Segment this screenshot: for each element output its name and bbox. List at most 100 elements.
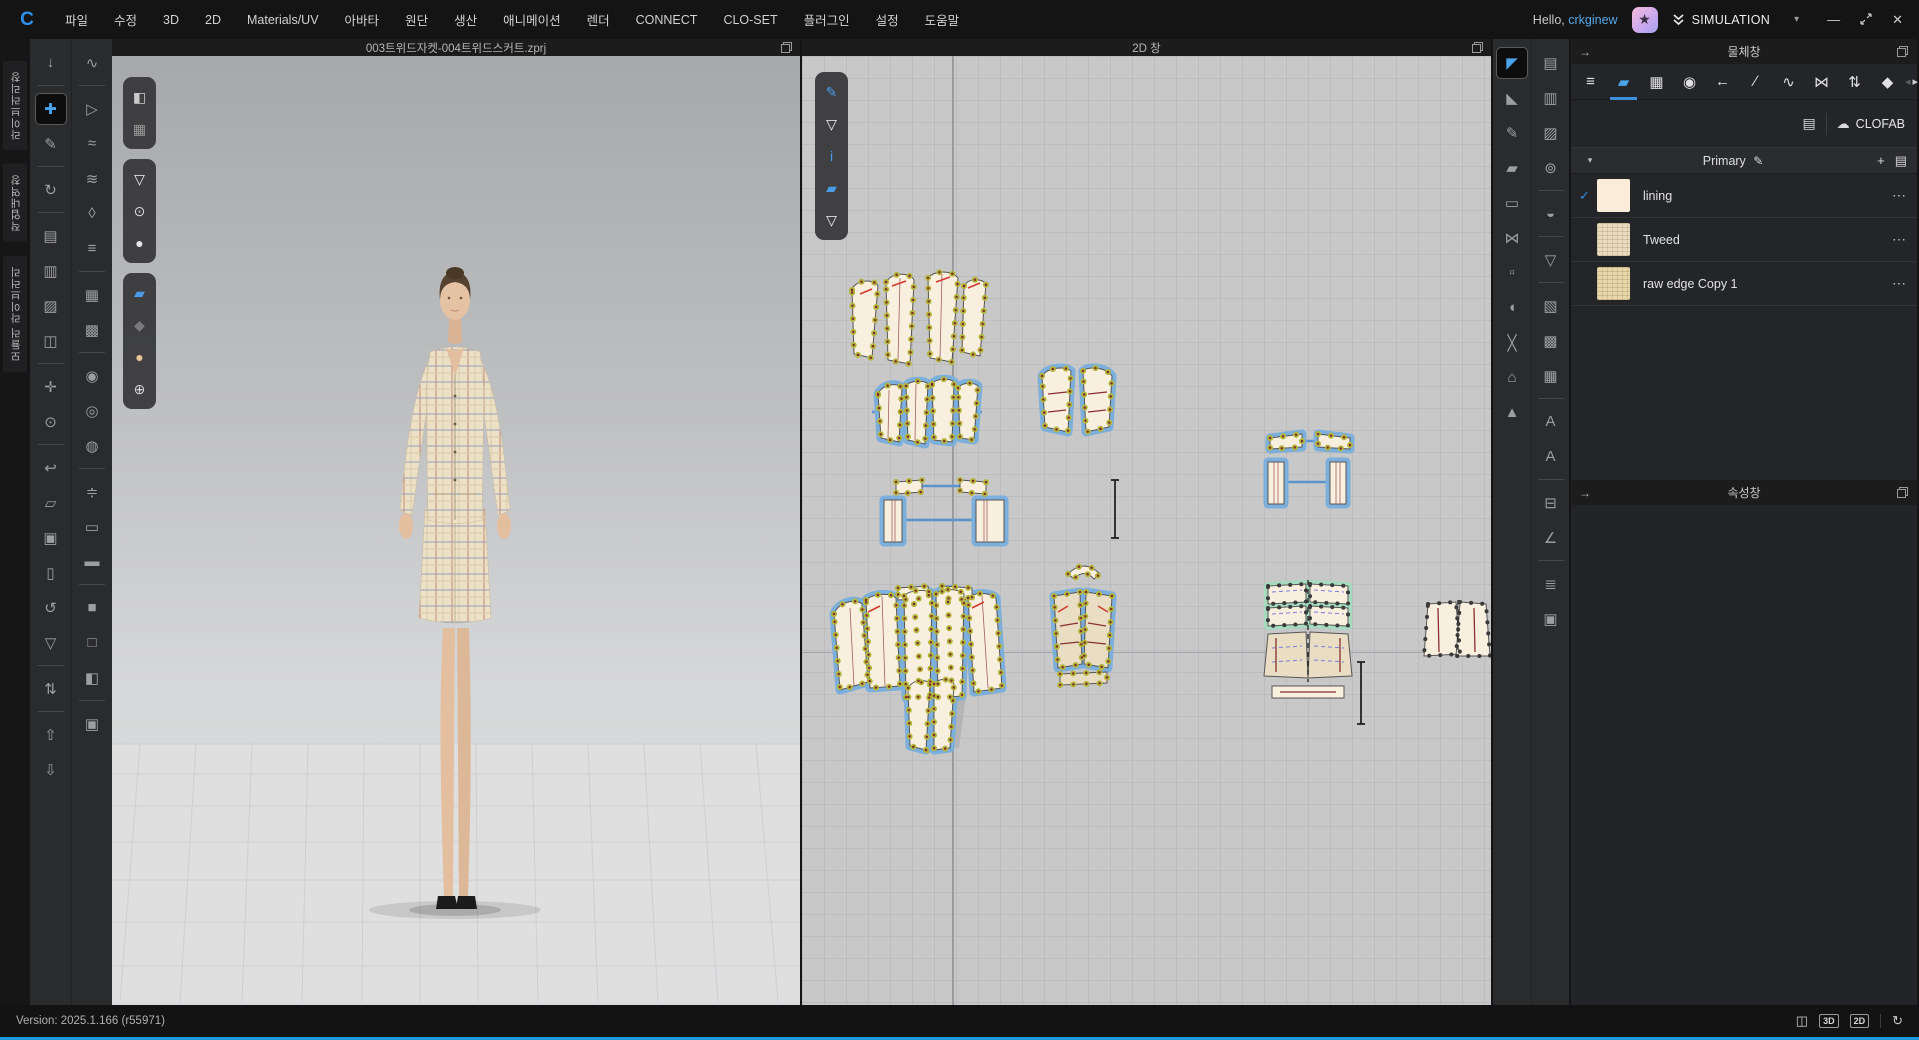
text-tool-icon[interactable]: A	[1536, 407, 1566, 437]
grading-tool-icon[interactable]: ▲	[1497, 398, 1527, 428]
menu-item-파일[interactable]: 파일	[52, 4, 101, 35]
menu-item-3d[interactable]: 3D	[150, 7, 192, 33]
group-collapse-icon[interactable]: ▾	[1581, 155, 1599, 166]
simulation-dropdown-caret[interactable]: ▾	[1794, 14, 1799, 25]
show-garment-tool-icon[interactable]: ▽	[36, 628, 66, 658]
dart-tool-icon[interactable]: ⋈	[1497, 223, 1527, 253]
Tweed[interactable]: ✓ Tweed ⋯	[1571, 218, 1917, 262]
free-sewing-2d-tool-icon[interactable]: ▨	[1536, 118, 1566, 148]
collapse-panel-icon[interactable]: →	[1579, 45, 1591, 59]
scale-pattern-tool-icon[interactable]: ⇅	[36, 674, 66, 704]
avatar-skin-toggle-icon[interactable]: ●	[126, 344, 153, 371]
menu-item-materialsuv[interactable]: Materials/UV	[234, 7, 332, 33]
comb-tool-icon[interactable]: ≣	[1536, 569, 1566, 599]
tab-hem-icon[interactable]: ←	[1707, 67, 1738, 97]
material-more-icon[interactable]: ⋯	[1892, 231, 1907, 248]
curve-sewing-tool-icon[interactable]: ▨	[36, 291, 66, 321]
stamp-2d-tool-icon[interactable]: ▣	[1536, 604, 1566, 634]
pane-3d-popout-icon[interactable]	[781, 42, 792, 53]
viewport-2d[interactable]: ✎▽i▰▽	[802, 56, 1491, 1005]
menu-item-closet[interactable]: CLO-SET	[710, 7, 790, 33]
ai-assistant-icon[interactable]: ★	[1632, 7, 1658, 33]
tab-library-window[interactable]: 라이브러리창	[3, 61, 27, 150]
pattern-outline-tool-icon[interactable]: ⌂	[1497, 363, 1527, 393]
transform-pattern-tool-icon[interactable]: ◣	[1497, 83, 1527, 113]
pane-2d-popout-icon[interactable]	[1472, 42, 1483, 53]
tab-trim-icon[interactable]: ◆	[1872, 67, 1903, 97]
object-panel-popout-icon[interactable]	[1897, 46, 1908, 57]
fold-arrangement-tool-icon[interactable]: ↩	[36, 453, 66, 483]
lining[interactable]: ✓ lining ⋯	[1571, 174, 1917, 218]
pattern-download-tool-icon[interactable]: ↓	[36, 48, 66, 78]
show-pattern-2d-tool-icon[interactable]: ▽	[1536, 245, 1566, 275]
material-more-icon[interactable]: ⋯	[1892, 187, 1907, 204]
split-view-icon[interactable]: ◫	[1796, 1013, 1808, 1029]
tab-modular-library[interactable]: 모듈러 라이브러리	[3, 256, 27, 372]
render-style-toggle-icon[interactable]: ◧	[126, 84, 153, 111]
menu-item-애니메이션[interactable]: 애니메이션	[490, 4, 574, 35]
buttonhole-tool-icon[interactable]: ◎	[77, 396, 107, 426]
tab-texture-icon[interactable]: ▦	[1641, 67, 1672, 97]
wave-garment-tool-icon[interactable]: ≈	[77, 129, 107, 159]
seam-allowance-tool-icon[interactable]: ◖	[1497, 293, 1527, 323]
clone-garment-tool-icon[interactable]: ▣	[36, 523, 66, 553]
material-more-icon[interactable]: ⋯	[1892, 275, 1907, 292]
username-link[interactable]: crkginew	[1568, 13, 1617, 27]
pattern-info-toggle-icon[interactable]: i	[818, 143, 845, 170]
lock-pattern-toggle-icon[interactable]: ▽	[818, 207, 845, 234]
rectangle-pattern-tool-icon[interactable]: ▭	[1497, 188, 1527, 218]
menu-item-렌더[interactable]: 렌더	[574, 4, 623, 35]
animation-tool-icon[interactable]: ∿	[77, 48, 107, 78]
edit-pattern-tool-icon[interactable]: ✎	[1497, 118, 1527, 148]
button-tool-icon[interactable]: ◉	[77, 361, 107, 391]
menu-item-도움말[interactable]: 도움말	[912, 4, 973, 35]
property-panel-popout-icon[interactable]	[1897, 487, 1908, 498]
restore-button[interactable]	[1860, 13, 1872, 27]
zipper-tool-icon[interactable]: ≑	[77, 477, 107, 507]
piping-tool-icon[interactable]: ▭	[77, 512, 107, 542]
globe-display-toggle-icon[interactable]: ⊕	[126, 376, 153, 403]
select-2d-tool-icon[interactable]: ◤	[1497, 48, 1527, 78]
tab-history-window[interactable]: 작업내역창	[3, 164, 27, 242]
view-3d-badge[interactable]: 3D	[1819, 1014, 1839, 1028]
menu-item-설정[interactable]: 설정	[863, 4, 912, 35]
layer-tool-icon[interactable]: ◧	[77, 663, 107, 693]
text-italic-tool-icon[interactable]: A	[1536, 442, 1566, 472]
drape-tool-icon[interactable]: ◊	[77, 199, 107, 229]
tack-tool-icon[interactable]: ⊙	[36, 407, 66, 437]
fabric-2d-toggle-icon[interactable]: ▰	[818, 175, 845, 202]
menu-item-아바타[interactable]: 아바타	[332, 4, 393, 35]
hanger-up-tool-icon[interactable]: ⇧	[36, 720, 66, 750]
button-lock-tool-icon[interactable]: ◍	[77, 431, 107, 461]
iron-tool-icon[interactable]: ◒	[1536, 199, 1566, 229]
add-group-icon[interactable]: +	[1877, 153, 1885, 168]
avatar-display-toggle-icon[interactable]: ●	[126, 230, 153, 257]
show-pattern-toggle-icon[interactable]: ▽	[818, 111, 845, 138]
menu-item-수정[interactable]: 수정	[101, 4, 150, 35]
steam-tool-icon[interactable]: ≡	[77, 234, 107, 264]
pin-tool-icon[interactable]: ✛	[36, 372, 66, 402]
texture-shirt-alt-tool-icon[interactable]: ▦	[1536, 361, 1566, 391]
menu-item-생산[interactable]: 생산	[441, 4, 490, 35]
refresh-icon[interactable]: ↻	[1892, 1013, 1903, 1029]
sewing-2d-tool-icon[interactable]: ▤	[1536, 48, 1566, 78]
fitting-mannequin-tool-icon[interactable]: ◫	[36, 326, 66, 356]
notch-tool-icon[interactable]: ╳	[1497, 328, 1527, 358]
close-button[interactable]: ✕	[1892, 13, 1903, 26]
garment-texture-toggle-icon[interactable]: ▦	[126, 116, 153, 143]
hanger-down-tool-icon[interactable]: ⇩	[36, 755, 66, 785]
tab-button-icon[interactable]: ◉	[1674, 67, 1705, 97]
tab-topstitch-icon[interactable]: ∕	[1740, 67, 1771, 97]
free-sewing-tool-icon[interactable]: ▥	[36, 256, 66, 286]
minimize-button[interactable]: —	[1827, 13, 1840, 26]
tabs-scroll-left-icon[interactable]: ◂	[1905, 67, 1911, 97]
texture-shirt-tool-icon[interactable]: ▩	[1536, 326, 1566, 356]
fabric-dark-toggle-icon[interactable]: ◆	[126, 312, 153, 339]
segment-sewing-tool-icon[interactable]: ▤	[36, 221, 66, 251]
open-vest-tool-icon[interactable]: ▯	[36, 558, 66, 588]
empty-square-tool-icon[interactable]: □	[77, 628, 107, 658]
tab-fabric-icon[interactable]: ▰	[1608, 67, 1639, 97]
polygon-pattern-tool-icon[interactable]: ▰	[1497, 153, 1527, 183]
trace-pattern-tool-icon[interactable]: ▫	[1497, 258, 1527, 288]
folder-icon[interactable]: ▤	[1895, 153, 1907, 169]
